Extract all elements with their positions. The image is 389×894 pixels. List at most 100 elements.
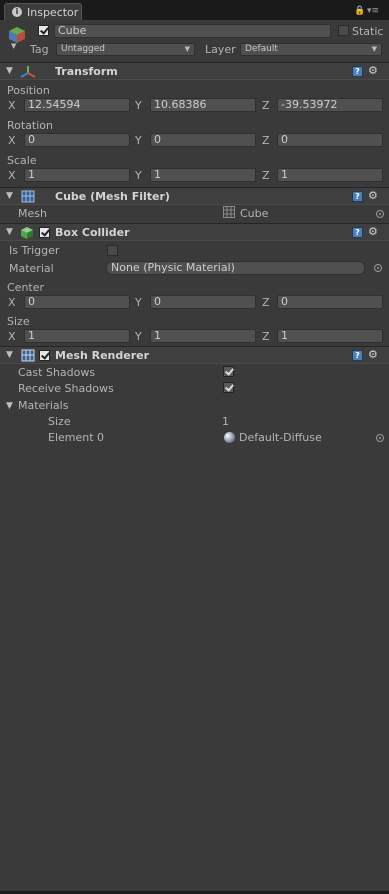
tab-inspector[interactable]: i Inspector bbox=[4, 3, 82, 20]
active-checkbox[interactable] bbox=[38, 25, 49, 36]
position-x-field[interactable]: 12.54594 bbox=[24, 98, 130, 112]
mesh-renderer-title: Mesh Renderer bbox=[55, 349, 150, 362]
layer-value: Default bbox=[245, 44, 278, 54]
inspector-panel: ▼ Cube Static Tag Untagged ▼ Layer Defaul… bbox=[0, 20, 389, 891]
mesh-icon bbox=[223, 206, 235, 218]
mesh-label: Mesh bbox=[18, 207, 47, 220]
rotation-x-label: X bbox=[8, 134, 16, 147]
help-icon[interactable]: ? bbox=[352, 227, 363, 238]
materials-size-value[interactable]: 1 bbox=[222, 415, 229, 428]
scale-label: Scale bbox=[7, 154, 37, 167]
rotation-x-field[interactable]: 0 bbox=[24, 133, 130, 147]
position-z-field[interactable]: -39.53972 bbox=[277, 98, 383, 112]
scale-x-field[interactable]: 1 bbox=[24, 168, 130, 182]
element0-value[interactable]: Default-Diffuse bbox=[239, 431, 322, 444]
rotation-z-label: Z bbox=[262, 134, 270, 147]
transform-title: Transform bbox=[55, 65, 118, 78]
gear-icon[interactable]: ⚙ bbox=[368, 189, 378, 202]
size-y-field[interactable]: 1 bbox=[150, 329, 256, 343]
scale-y-label: Y bbox=[135, 169, 142, 182]
chevron-down-icon[interactable]: ▼ bbox=[11, 42, 16, 50]
rotation-label: Rotation bbox=[7, 119, 54, 132]
gear-icon[interactable]: ⚙ bbox=[368, 348, 378, 361]
info-icon: i bbox=[12, 7, 22, 17]
center-label: Center bbox=[7, 281, 45, 294]
mesh-filter-header[interactable]: ▼ Cube (Mesh Filter) ? ⚙ bbox=[0, 187, 389, 205]
help-icon[interactable]: ? bbox=[352, 191, 363, 202]
layer-label: Layer bbox=[205, 43, 236, 56]
chevron-down-icon: ▼ bbox=[371, 45, 377, 53]
size-z-label: Z bbox=[262, 330, 270, 343]
materials-foldout-icon[interactable]: ▼ bbox=[6, 401, 13, 411]
mesh-renderer-header[interactable]: ▼ Mesh Renderer ? ⚙ bbox=[0, 346, 389, 364]
gear-icon[interactable]: ⚙ bbox=[368, 64, 378, 77]
box-collider-enabled-checkbox[interactable] bbox=[39, 227, 50, 238]
element0-label: Element 0 bbox=[48, 431, 105, 444]
materials-label: Materials bbox=[18, 399, 69, 412]
size-y-label: Y bbox=[135, 330, 142, 343]
size-x-field[interactable]: 1 bbox=[24, 329, 130, 343]
object-name-field[interactable]: Cube bbox=[54, 24, 331, 38]
rotation-z-field[interactable]: 0 bbox=[277, 133, 383, 147]
static-checkbox[interactable] bbox=[338, 25, 349, 36]
material-field[interactable]: None (Physic Material) bbox=[106, 261, 365, 275]
center-y-label: Y bbox=[135, 296, 142, 309]
material-label: Material bbox=[9, 262, 54, 275]
cast-shadows-checkbox[interactable] bbox=[223, 366, 234, 377]
position-x-label: X bbox=[8, 99, 16, 112]
gear-icon[interactable]: ⚙ bbox=[368, 225, 378, 238]
transform-header[interactable]: ▼ Transform ? ⚙ bbox=[0, 62, 389, 80]
layer-dropdown[interactable]: Default ▼ bbox=[240, 43, 382, 56]
tag-dropdown[interactable]: Untagged ▼ bbox=[56, 43, 195, 56]
is-trigger-checkbox[interactable] bbox=[107, 245, 118, 256]
materials-size-label: Size bbox=[48, 415, 71, 428]
tag-label: Tag bbox=[30, 43, 49, 56]
center-x-field[interactable]: 0 bbox=[24, 295, 130, 309]
box-collider-title: Box Collider bbox=[55, 226, 130, 239]
cast-shadows-label: Cast Shadows bbox=[18, 366, 96, 379]
size-x-label: X bbox=[8, 330, 16, 343]
help-icon[interactable]: ? bbox=[352, 350, 363, 361]
material-sphere-icon bbox=[224, 432, 235, 443]
foldout-triangle-icon[interactable]: ▼ bbox=[6, 66, 13, 76]
box-collider-icon bbox=[21, 227, 33, 239]
size-z-field[interactable]: 1 bbox=[277, 329, 383, 343]
chevron-down-icon: ▼ bbox=[184, 45, 190, 53]
mesh-filter-icon bbox=[21, 190, 35, 203]
object-picker-icon[interactable] bbox=[376, 434, 384, 442]
scale-z-field[interactable]: 1 bbox=[277, 168, 383, 182]
center-y-field[interactable]: 0 bbox=[150, 295, 256, 309]
center-z-label: Z bbox=[262, 296, 270, 309]
scale-z-label: Z bbox=[262, 169, 270, 182]
position-label: Position bbox=[7, 84, 50, 97]
foldout-triangle-icon[interactable]: ▼ bbox=[6, 227, 13, 237]
scale-x-label: X bbox=[8, 169, 16, 182]
receive-shadows-checkbox[interactable] bbox=[223, 382, 234, 393]
tab-label: Inspector bbox=[27, 6, 79, 19]
box-collider-header[interactable]: ▼ Box Collider ? ⚙ bbox=[0, 223, 389, 241]
tab-bar: i Inspector 🔒 ▾≡ bbox=[0, 0, 389, 20]
mesh-filter-title: Cube (Mesh Filter) bbox=[55, 190, 170, 203]
rotation-y-label: Y bbox=[135, 134, 142, 147]
center-z-field[interactable]: 0 bbox=[277, 295, 383, 309]
tag-value: Untagged bbox=[61, 44, 106, 54]
object-picker-icon[interactable] bbox=[376, 210, 384, 218]
mesh-value[interactable]: Cube bbox=[240, 207, 268, 220]
foldout-triangle-icon[interactable]: ▼ bbox=[6, 350, 13, 360]
is-trigger-label: Is Trigger bbox=[9, 244, 60, 257]
help-icon[interactable]: ? bbox=[352, 66, 363, 77]
object-picker-icon[interactable] bbox=[374, 264, 382, 272]
transform-icon bbox=[20, 65, 36, 79]
scale-y-field[interactable]: 1 bbox=[150, 168, 256, 182]
rotation-y-field[interactable]: 0 bbox=[150, 133, 256, 147]
center-x-label: X bbox=[8, 296, 16, 309]
position-y-field[interactable]: 10.68386 bbox=[150, 98, 256, 112]
size-label: Size bbox=[7, 315, 30, 328]
mesh-renderer-enabled-checkbox[interactable] bbox=[39, 350, 50, 361]
mesh-renderer-icon bbox=[21, 349, 35, 362]
position-z-label: Z bbox=[262, 99, 270, 112]
static-label: Static bbox=[352, 25, 384, 38]
lock-icon[interactable]: 🔒 bbox=[354, 6, 365, 16]
context-menu-icon[interactable]: ▾≡ bbox=[367, 6, 379, 16]
foldout-triangle-icon[interactable]: ▼ bbox=[6, 191, 13, 201]
